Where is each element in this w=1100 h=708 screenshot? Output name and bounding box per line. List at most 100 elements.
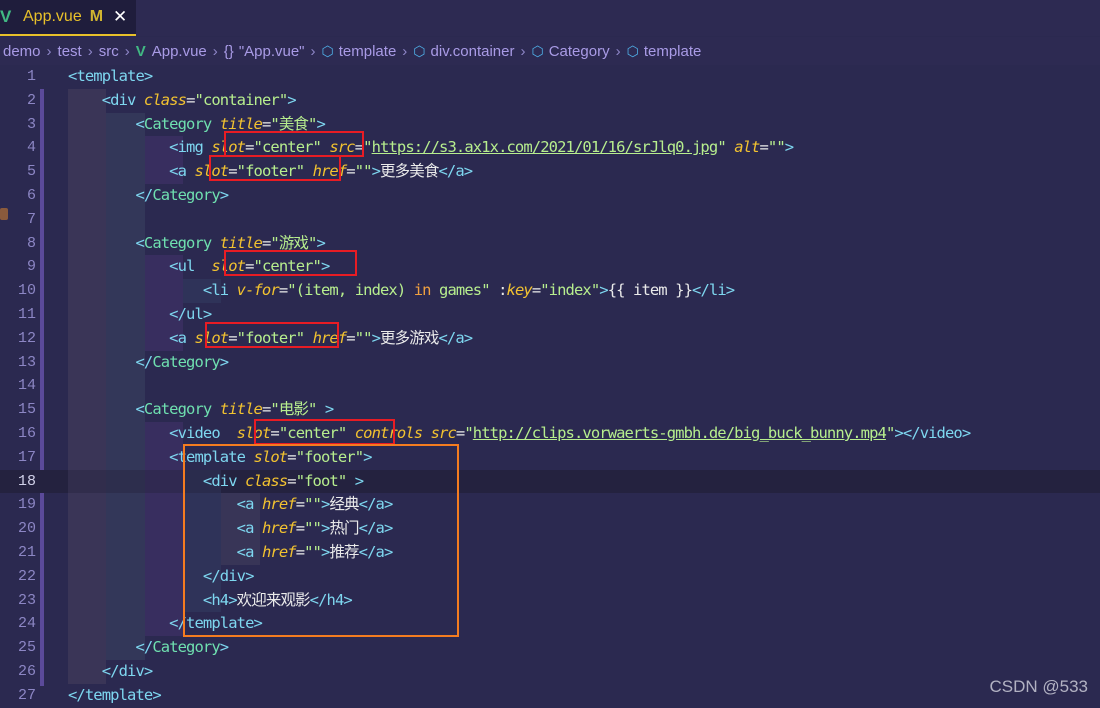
code-token: key	[506, 281, 533, 300]
code-token: "	[464, 424, 473, 442]
code-text: </template>	[68, 684, 162, 708]
code-line[interactable]: 7	[0, 207, 1100, 232]
code-line[interactable]: 13 </Category>	[0, 350, 1100, 375]
code-token: in	[413, 281, 432, 300]
code-token: title	[219, 400, 263, 419]
code-line[interactable]: 24 </template>	[0, 612, 1100, 637]
code-line[interactable]: 2 <div class="container">	[0, 88, 1100, 113]
breadcrumb-item[interactable]: "App.vue"	[239, 43, 305, 60]
chevron-right-icon: ›	[402, 42, 408, 60]
code-token: </	[68, 614, 187, 633]
modified-badge: M	[89, 8, 104, 25]
line-number: 5	[26, 163, 36, 181]
code-token: video	[177, 424, 237, 442]
code-line[interactable]: 23 <h4>欢迎来观影</h4>	[0, 588, 1100, 613]
code-token: </	[438, 162, 456, 181]
code-line[interactable]: 22 </div>	[0, 564, 1100, 589]
code-token: Category	[152, 638, 220, 657]
code-token: https://s3.ax1x.com/2021/01/16/srJlq0.jp…	[371, 138, 719, 157]
code-line[interactable]: 8 <Category title="游戏">	[0, 231, 1100, 256]
chevron-right-icon: ›	[310, 42, 316, 60]
code-line[interactable]: 5 <a slot="footer" href="">更多美食</a>	[0, 160, 1100, 184]
code-token: =	[186, 90, 195, 109]
breadcrumb-item[interactable]: template	[339, 43, 397, 60]
braces-icon: {}	[223, 42, 234, 60]
code-line[interactable]: 3 <Category title="美食">	[0, 112, 1100, 137]
close-icon[interactable]: ✕	[113, 7, 127, 27]
code-line[interactable]: 10 <li v-for="(item, index) in games" :k…	[0, 279, 1100, 303]
code-token: >	[219, 352, 229, 371]
chevron-right-icon: ›	[212, 42, 218, 60]
code-token: >	[725, 281, 735, 300]
line-number: 23	[17, 591, 36, 609]
code-line[interactable]: 20 <a href="">热门</a>	[0, 517, 1100, 541]
line-number: 24	[17, 615, 36, 633]
code-line[interactable]: 26 </div>	[0, 660, 1100, 684]
slot-footer-highlight	[205, 322, 339, 348]
code-token: alt	[734, 138, 760, 157]
code-token: ""	[354, 328, 373, 347]
code-editor[interactable]: 1 <template> 2 <div class="container"> 3 <C…	[0, 65, 1100, 705]
breadcrumb-item[interactable]: Category	[549, 43, 610, 60]
code-token: "	[363, 138, 372, 157]
code-token: 更多游戏	[380, 328, 439, 347]
code-line[interactable]: 6 </Category>	[0, 184, 1100, 208]
code-token: <	[68, 447, 178, 466]
code-line[interactable]: 21 <a href="">推荐</a>	[0, 541, 1100, 565]
code-token: a	[455, 328, 464, 347]
watermark: CSDN @533	[989, 677, 1088, 696]
breadcrumb-item[interactable]: div.container	[431, 43, 515, 60]
code-token: "	[717, 138, 735, 157]
code-token: ul	[186, 305, 204, 323]
code-token: games"	[430, 281, 499, 300]
line-number: 27	[17, 686, 36, 704]
code-token: a	[455, 162, 464, 181]
code-line[interactable]: 27 </template>	[0, 684, 1100, 708]
code-line[interactable]: 19 <a href="">经典</a>	[0, 493, 1100, 518]
code-token: img	[177, 138, 212, 157]
code-token: >	[599, 281, 608, 300]
breadcrumb: demo › test › src › V App.vue › {} "App.vue" › ⬡ temp…	[0, 37, 1100, 65]
code-line[interactable]: 1 <template>	[0, 65, 1100, 89]
code-token: >	[371, 162, 381, 181]
breadcrumb-item[interactable]: demo	[3, 43, 41, 60]
code-token: </	[692, 281, 710, 300]
code-line[interactable]: 17 <template slot="footer">	[0, 445, 1100, 470]
code-line[interactable]: 11 </ul>	[0, 303, 1100, 327]
cube-icon: ⬡	[321, 42, 334, 59]
code-token: title	[219, 114, 263, 133]
code-text: </ul>	[68, 303, 212, 327]
code-token: ""	[767, 138, 786, 157]
line-number: 1	[26, 68, 36, 85]
code-line[interactable]: 25 </Category>	[0, 636, 1100, 660]
code-line[interactable]: 15 <Category title="电影" >	[0, 398, 1100, 422]
breadcrumb-item[interactable]: App.vue	[152, 43, 207, 60]
code-token: <	[68, 424, 178, 442]
breadcrumb-item[interactable]: test	[58, 43, 82, 60]
breadcrumb-item[interactable]: src	[99, 43, 119, 60]
code-token: >	[287, 90, 296, 109]
breadcrumb-item[interactable]: template	[644, 43, 702, 60]
line-number: 11	[17, 306, 36, 323]
code-token: Category	[143, 400, 220, 419]
code-token: >	[202, 305, 212, 323]
indent-guide	[68, 374, 106, 399]
tab-app-vue[interactable]: V App.vue M ✕	[0, 0, 136, 36]
code-line[interactable]: 4 <img slot="center" src="https://s3.ax1…	[0, 136, 1100, 161]
code-line[interactable]: 18 <div class="foot" >	[0, 469, 1100, 494]
line-number: 7	[26, 210, 36, 228]
code-token: </	[438, 328, 456, 347]
code-token: >	[463, 328, 473, 347]
code-token: =	[278, 281, 288, 300]
code-line[interactable]: 14	[0, 374, 1100, 399]
code-token: <	[68, 90, 111, 109]
code-line[interactable]: 12 <a slot="footer" href="">更多游戏</a>	[0, 326, 1100, 351]
line-number: 22	[17, 567, 36, 585]
code-line[interactable]: 9 <ul slot="center">	[0, 255, 1100, 280]
code-token: >	[961, 424, 971, 442]
code-line[interactable]: 16 <video slot="center" controls src="ht…	[0, 422, 1100, 446]
code-token: >	[219, 186, 229, 204]
chevron-right-icon: ›	[87, 42, 93, 60]
indent-guide	[106, 374, 145, 399]
code-token: http://clips.vorwaerts-gmbh.de/big_buck_…	[472, 424, 887, 442]
